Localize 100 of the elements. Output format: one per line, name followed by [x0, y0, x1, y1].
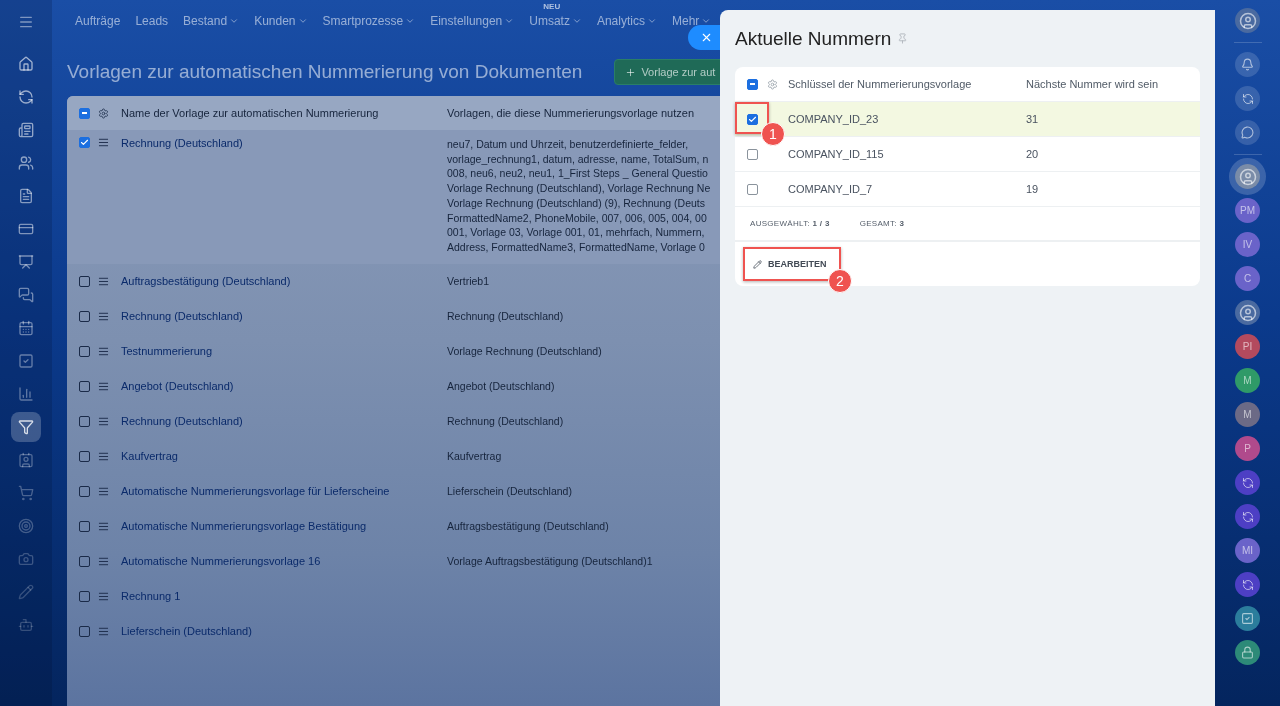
plus-icon	[625, 66, 637, 78]
nav-item[interactable]: Smartprozesse	[322, 14, 416, 28]
column-header[interactable]: Schlüssel der Nummerierungsvorlage	[788, 78, 972, 90]
drag-handle-icon[interactable]	[98, 485, 109, 497]
checkbox[interactable]	[79, 137, 90, 148]
checkbox[interactable]	[79, 310, 90, 322]
nav-item[interactable]: Einstellungen	[430, 14, 515, 28]
pencil-icon	[753, 259, 762, 269]
checkbox[interactable]	[79, 520, 90, 532]
drag-handle-icon[interactable]	[98, 520, 109, 532]
checkbox[interactable]	[79, 107, 90, 119]
user-initials[interactable]: C	[1235, 266, 1260, 291]
drag-handle-icon[interactable]	[98, 137, 109, 148]
table-cell-text: Rechnung (Deutschland)	[447, 308, 565, 324]
panel-title: Aktuelle Nummern	[735, 27, 892, 50]
user-initials[interactable]: P	[1235, 436, 1260, 461]
chevron-icon[interactable]	[701, 16, 712, 26]
template-link[interactable]: Angebot (Deutschland)	[121, 380, 234, 393]
selected-count: AUSGEWÄHLT: 1 / 3	[750, 219, 830, 228]
user-initials[interactable]: M	[1235, 368, 1260, 393]
checkbox[interactable]	[79, 345, 90, 357]
add-template-button[interactable]: Vorlage zur aut	[614, 59, 720, 85]
avatar[interactable]	[1235, 300, 1260, 325]
checkbox[interactable]	[79, 380, 90, 392]
user-initials[interactable]: MI	[1235, 538, 1260, 563]
drag-handle-icon[interactable]	[98, 345, 109, 357]
checkbox[interactable]	[79, 590, 90, 602]
user-initials[interactable]: IV	[1235, 232, 1260, 257]
drag-handle-icon[interactable]	[98, 555, 109, 567]
template-link[interactable]: Kaufvertrag	[121, 450, 178, 463]
checkbox[interactable]	[747, 113, 758, 125]
chat-icon[interactable]	[1235, 120, 1260, 145]
table-cell-text: COMPANY_ID_7	[788, 183, 874, 195]
chevron-icon[interactable]	[646, 16, 657, 26]
user-initials[interactable]: PI	[1235, 334, 1260, 359]
template-link[interactable]: Automatische Nummerierungsvorlage für Lieferscheine	[121, 485, 390, 498]
close-button[interactable]	[688, 25, 720, 50]
menu-icon[interactable]	[18, 14, 34, 30]
user-initials[interactable]: PM	[1235, 198, 1260, 223]
template-link[interactable]: Automatische Nummerierungsvorlage 16	[121, 555, 321, 568]
checkbox[interactable]	[747, 148, 758, 160]
template-link[interactable]: Rechnung (Deutschland)	[121, 310, 243, 323]
table-cell-text: Angebot (Deutschland)	[447, 378, 556, 394]
template-link[interactable]: Auftragsbestätigung (Deutschland)	[121, 275, 291, 288]
nav-item[interactable]: Leads	[135, 14, 169, 28]
table-cell-text: COMPANY_ID_23	[788, 113, 880, 125]
table-cell-text: 19	[1026, 183, 1040, 195]
bell-icon[interactable]	[1235, 52, 1260, 77]
user-initials[interactable]: M	[1235, 402, 1260, 427]
table-cell-text: Auftragsbestätigung (Deutschland)	[447, 518, 610, 534]
nav-item[interactable]: Mehr	[671, 14, 712, 28]
table-cell-text: 31	[1026, 113, 1040, 125]
chevron-icon[interactable]	[229, 16, 240, 26]
nav-item[interactable]: Bestand	[183, 14, 240, 28]
template-link[interactable]: Testnummerierung	[121, 345, 213, 358]
template-link[interactable]: Rechnung (Deutschland)	[121, 415, 243, 428]
table-cell-text: neu7, Datum und Uhrzeit, benutzerdefinierte_felder, vorlage_rechnung1, datum, adresse, name, TotalSum, n 008, neu6, neu2, neu1, 1_First Steps _ General Questio Vorlage Rechnung (Deutschland), Vorlage Rechnung Ne Vorlage Rechnung (Deutschland) (9), Rechnung (Deuts FormattedName2, PhoneMobile, 007, 006, 005, 004, 00 001, Vorlage 03, Vorlage 001, 01, mehrfach, Nummern, Address, FormattedName3, FormattedName, Vorlage 0	[447, 137, 712, 255]
table-cell-text: 20	[1026, 148, 1040, 160]
drag-handle-icon[interactable]	[98, 625, 109, 637]
template-link[interactable]: Rechnung (Deutschland)	[121, 137, 243, 149]
filter-icon[interactable]	[11, 412, 41, 442]
drag-handle-icon[interactable]	[98, 310, 109, 322]
avatar[interactable]	[1235, 8, 1260, 33]
checkbox[interactable]	[747, 183, 758, 195]
drag-handle-icon[interactable]	[98, 450, 109, 462]
chevron-icon[interactable]	[405, 16, 416, 26]
step-marker: 2	[828, 269, 852, 293]
nav-item[interactable]: Analytics	[596, 14, 657, 28]
checkbox[interactable]	[79, 555, 90, 567]
template-link[interactable]: Automatische Nummerierungsvorlage Bestätigung	[121, 520, 367, 533]
table-cell-text: Lieferschein (Deutschland)	[447, 483, 573, 499]
template-link[interactable]: Lieferschein (Deutschland)	[121, 625, 252, 638]
lock-icon[interactable]	[1235, 640, 1260, 665]
settings-icon[interactable]	[98, 107, 109, 119]
chevron-icon[interactable]	[297, 16, 308, 26]
chevron-icon[interactable]	[571, 16, 582, 26]
task-icon[interactable]	[1235, 606, 1260, 631]
total-count: GESAMT: 3	[859, 219, 905, 228]
table-cell-text: Vertrieb1	[447, 273, 491, 289]
column-header[interactable]: Name der Vorlage zur automatischen Nummerierung	[121, 107, 379, 119]
column-header[interactable]: Vorlagen, die diese Nummerierungsvorlage nutzen	[447, 106, 695, 119]
nav-item[interactable]: Kunden	[254, 14, 308, 28]
checkbox[interactable]	[79, 415, 90, 427]
checkbox[interactable]	[79, 625, 90, 637]
table-cell-text: Kaufvertrag	[447, 448, 503, 464]
checkbox[interactable]	[747, 78, 758, 90]
drag-handle-icon[interactable]	[98, 380, 109, 392]
new-label: NEU	[543, 2, 561, 11]
column-header[interactable]: Nächste Nummer wird sein	[1026, 78, 1159, 90]
table-cell-text: Vorlage Rechnung (Deutschland)	[447, 343, 603, 359]
nav-item[interactable]: Aufträge	[75, 14, 121, 28]
chevron-icon[interactable]	[504, 16, 515, 26]
checkbox[interactable]	[79, 275, 90, 287]
template-link[interactable]: Rechnung 1	[121, 590, 181, 603]
drag-handle-icon[interactable]	[98, 415, 109, 427]
table-cell-text: Vorlage Auftragsbestätigung (Deutschland)1	[447, 553, 654, 569]
checkbox[interactable]	[79, 450, 90, 462]
checkbox[interactable]	[79, 485, 90, 497]
drag-handle-icon[interactable]	[98, 590, 109, 602]
drag-handle-icon[interactable]	[98, 275, 109, 287]
